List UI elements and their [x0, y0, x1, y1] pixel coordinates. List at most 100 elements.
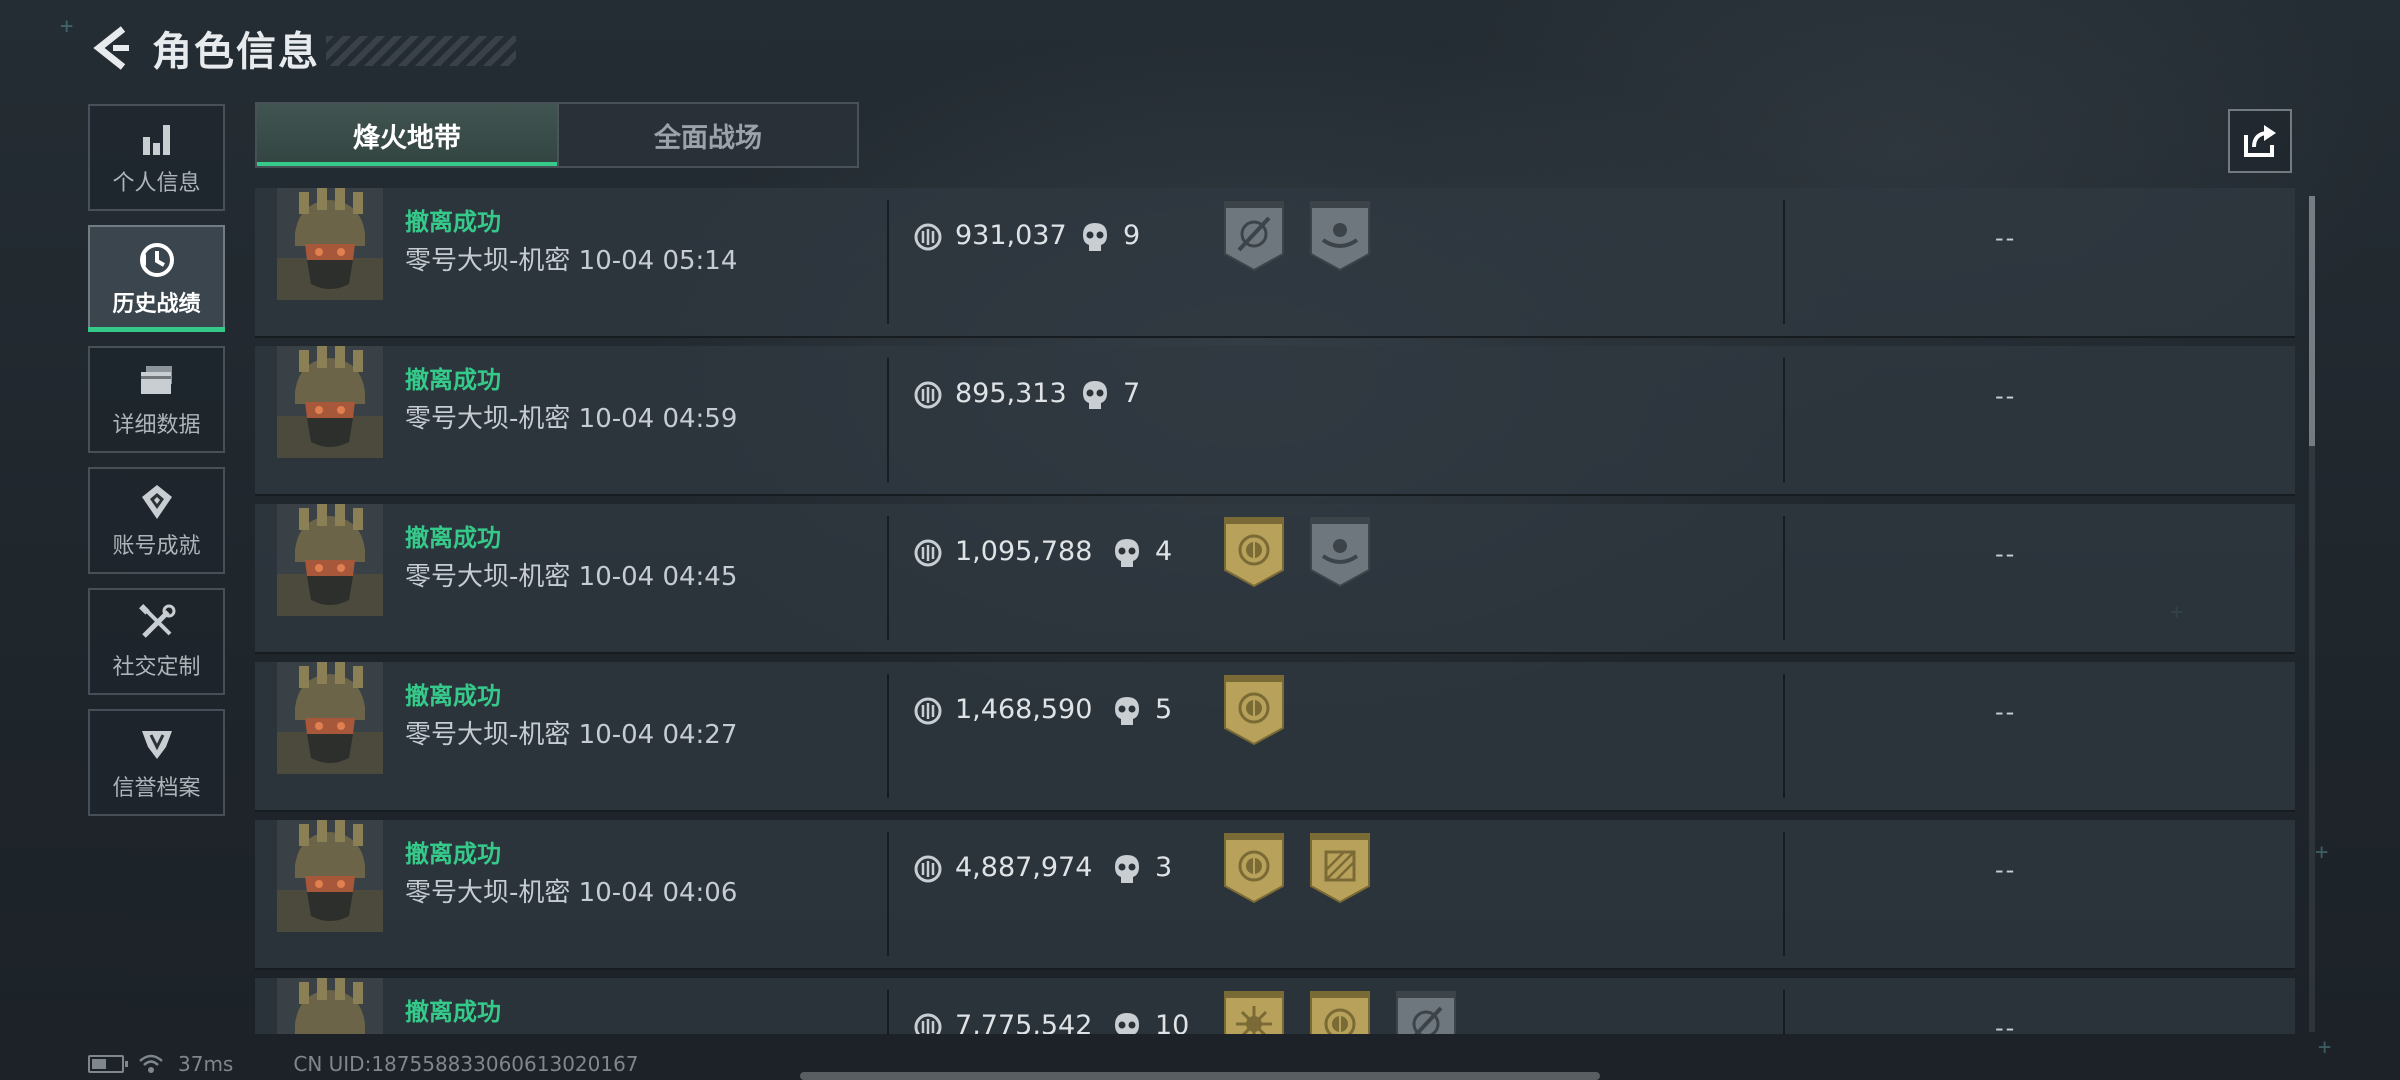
column-divider — [1783, 358, 1785, 482]
extraction-status: 撤离成功 — [405, 998, 501, 1026]
extraction-status: 撤离成功 — [405, 682, 501, 710]
currency-value-icon — [913, 222, 943, 252]
sidebar-item-label: 信誉档案 — [112, 775, 201, 801]
match-record-row[interactable]: 撤离成功零号大坝-机密 10-04 04:27 1,468,590 5 -- — [255, 662, 2295, 812]
sidebar-item-history[interactable]: 历史战绩 — [88, 225, 225, 332]
kill-count: 4 — [1155, 536, 1173, 567]
silver-crosshair-medal-icon[interactable] — [1393, 988, 1459, 1034]
operator-avatar — [277, 662, 383, 774]
wrench-screwdriver-icon — [137, 603, 177, 643]
page-title: 角色信息 — [152, 29, 320, 75]
match-record-row[interactable]: 撤离成功 零号大坝-机密 10-04 04:59 895,313 7 -- — [255, 346, 2295, 496]
map-and-time: 零号大坝-机密 10-04 05:14 — [405, 246, 738, 276]
map-and-time: 零号大坝-机密 10-04 04:27 — [405, 720, 738, 750]
extracted-value: 895,313 — [955, 378, 1067, 409]
extracted-value: 4,887,974 — [955, 852, 1093, 883]
medal-list — [1221, 514, 1373, 590]
silver-crosshair-medal-icon[interactable] — [1221, 198, 1287, 274]
extra-column-value: -- — [1995, 856, 2017, 884]
kill-count: 3 — [1155, 852, 1173, 883]
kill-count: 7 — [1123, 378, 1141, 409]
currency-value-icon — [913, 854, 943, 884]
gold-coin-medal-icon[interactable] — [1221, 672, 1287, 748]
operator-avatar — [277, 978, 383, 1034]
history-clock-icon — [137, 240, 177, 280]
currency-value-icon — [913, 538, 943, 568]
match-history-list[interactable]: 撤离成功 零号大坝-机密 10-04 05:14 931,037 9 -- 撤离成功 零号大… — [255, 188, 2295, 1034]
column-divider — [1783, 990, 1785, 1034]
bar-chart-icon — [137, 119, 177, 159]
skull-kills-icon — [1113, 853, 1141, 885]
currency-value-icon — [913, 696, 943, 726]
uid-text: CN UID:187558833060613020167 — [293, 1052, 639, 1076]
extracted-value: 7,775,542 — [955, 1010, 1093, 1034]
gold-coin-medal-icon[interactable] — [1307, 988, 1373, 1034]
sidebar-item-label: 详细数据 — [112, 412, 201, 438]
extraction-status: 撤离成功 — [405, 840, 501, 868]
sidebar-item-detailed-data[interactable]: 详细数据 — [88, 346, 225, 453]
operator-avatar — [277, 820, 383, 932]
extra-column-value: -- — [1995, 1014, 2017, 1034]
column-divider — [1783, 832, 1785, 956]
match-record-row[interactable]: 撤离成功零号大坝-机密 10-04 05:14 931,037 9 -- — [255, 188, 2295, 338]
column-divider — [1783, 200, 1785, 324]
decor-plus: + — [2315, 840, 2329, 865]
medal-list — [1221, 830, 1373, 906]
gold-coin-medal-icon[interactable] — [1221, 830, 1287, 906]
sidebar-item-credit-record[interactable]: 信誉档案 — [88, 709, 225, 816]
title-decor-stripes — [326, 36, 516, 66]
map-and-time: 零号大坝-机密 10-04 04:06 — [405, 878, 738, 908]
column-divider — [887, 358, 889, 482]
gold-coin-medal-icon[interactable] — [1221, 514, 1287, 590]
extra-column-value: -- — [1995, 540, 2017, 568]
extra-column-value: -- — [1995, 698, 2017, 726]
achievement-badge-icon — [137, 482, 177, 522]
back-arrow-icon — [93, 26, 129, 70]
sidebar-item-social-custom[interactable]: 社交定制 — [88, 588, 225, 695]
tab-warfire-zone[interactable]: 烽火地带 — [257, 104, 557, 166]
gold-sun-medal-icon[interactable] — [1221, 988, 1287, 1034]
match-record-row[interactable]: 撤离成功 7,775,542 10 -- — [255, 978, 2295, 1034]
kill-count: 9 — [1123, 220, 1141, 251]
extraction-status: 撤离成功 — [405, 208, 501, 236]
extracted-value: 931,037 — [955, 220, 1067, 251]
column-divider — [1783, 516, 1785, 640]
skull-kills-icon — [1113, 695, 1141, 727]
column-divider — [887, 832, 889, 956]
kill-count: 5 — [1155, 694, 1173, 725]
horizontal-scrollbar[interactable] — [800, 1072, 1600, 1080]
tab-full-battlefield[interactable]: 全面战场 — [557, 104, 857, 166]
status-footer: 37ms CN UID:187558833060613020167 — [88, 1052, 639, 1076]
sidebar-item-label: 个人信息 — [112, 170, 201, 196]
ping-text: 37ms — [178, 1052, 234, 1076]
mode-tabs: 烽火地带 全面战场 — [255, 102, 859, 168]
share-button[interactable] — [2228, 109, 2292, 173]
currency-value-icon — [913, 1012, 943, 1034]
silver-eye-medal-icon[interactable] — [1307, 514, 1373, 590]
extracted-value: 1,468,590 — [955, 694, 1093, 725]
match-record-row[interactable]: 撤离成功 零号大坝-机密 10-04 04:45 1,095,788 4 -- — [255, 504, 2295, 654]
column-divider — [887, 990, 889, 1034]
gold-crate-medal-icon[interactable] — [1307, 830, 1373, 906]
list-scrollbar-thumb[interactable] — [2309, 196, 2315, 446]
list-scrollbar[interactable] — [2309, 196, 2315, 1032]
extra-column-value: -- — [1995, 224, 2017, 252]
column-divider — [887, 674, 889, 798]
map-and-time: 零号大坝-机密 10-04 04:45 — [405, 562, 738, 592]
extra-column-value: -- — [1995, 382, 2017, 410]
sidebar-item-personal-info[interactable]: 个人信息 — [88, 104, 225, 211]
shield-emblem-icon — [137, 724, 177, 764]
currency-value-icon — [913, 380, 943, 410]
extraction-status: 撤离成功 — [405, 524, 501, 552]
operator-avatar — [277, 504, 383, 616]
medal-list — [1221, 198, 1373, 274]
sidebar-item-achievements[interactable]: 账号成就 — [88, 467, 225, 574]
sidebar-nav: 个人信息 历史战绩 详细数据 账号成就 社交定制 信誉档案 — [88, 104, 225, 830]
silver-eye-medal-icon[interactable] — [1307, 198, 1373, 274]
back-button[interactable] — [88, 20, 134, 76]
skull-kills-icon — [1081, 379, 1109, 411]
skull-kills-icon — [1113, 1011, 1141, 1034]
match-record-row[interactable]: 撤离成功零号大坝-机密 10-04 04:06 4,887,974 3 -- — [255, 820, 2295, 970]
map-and-time: 零号大坝-机密 10-04 04:59 — [405, 404, 738, 434]
sidebar-item-label: 账号成就 — [112, 533, 201, 559]
